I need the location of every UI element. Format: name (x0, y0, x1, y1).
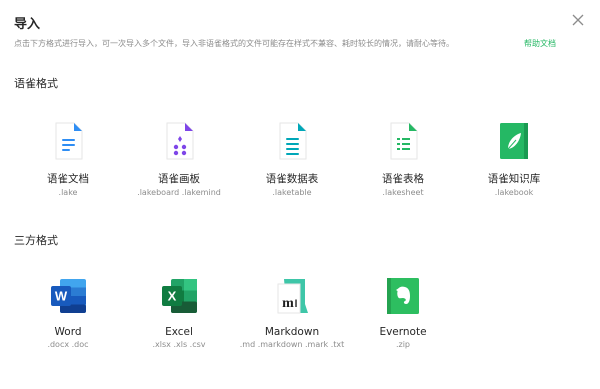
item-name: 语雀数据表 (265, 173, 319, 185)
help-docs-link[interactable]: 帮助文档 (524, 38, 556, 49)
book-icon (494, 121, 534, 161)
import-item-markdown[interactable]: m l Markdown .md .markdown .mark .txt (236, 276, 348, 349)
item-ext: .lakebook (494, 188, 534, 197)
excel-icon: X (159, 276, 199, 316)
section-title-yuque: 语雀格式 (14, 77, 58, 90)
item-ext: .lakeboard .lakemind (137, 188, 221, 197)
item-name: 语雀表格 (382, 173, 424, 185)
evernote-icon (383, 276, 423, 316)
svg-text:m: m (282, 296, 294, 311)
import-item-lake-board[interactable]: 语雀画板 .lakeboard .lakemind (123, 121, 235, 197)
item-ext: .zip (395, 340, 411, 349)
dialog-description: 点击下方格式进行导入，可一次导入多个文件，导入非语雀格式的文件可能存在样式不兼容… (14, 39, 454, 48)
item-name: Markdown (264, 326, 320, 338)
section-title-third-party: 三方格式 (14, 234, 58, 247)
import-dialog: 导入 点击下方格式进行导入，可一次导入多个文件，导入非语雀格式的文件可能存在样式… (0, 0, 600, 389)
svg-text:W: W (55, 289, 68, 304)
item-ext: .xlsx .xls .csv (152, 340, 206, 349)
import-item-excel[interactable]: X Excel .xlsx .xls .csv (123, 276, 235, 349)
markdown-icon: m l (272, 276, 312, 316)
import-item-lake-book[interactable]: 语雀知识库 .lakebook (458, 121, 570, 197)
item-ext: .docx .doc (47, 340, 89, 349)
item-ext: .lakesheet (382, 188, 424, 197)
import-item-lake-doc[interactable]: 语雀文档 .lake (12, 121, 124, 197)
sheet-icon (383, 121, 423, 161)
item-name: 语雀文档 (47, 173, 89, 185)
item-name: Excel (165, 326, 193, 338)
svg-text:l: l (295, 299, 298, 310)
item-name: Word (54, 326, 82, 338)
item-name: Evernote (379, 326, 427, 338)
item-ext: .lake (58, 188, 78, 197)
svg-text:X: X (168, 289, 177, 304)
import-item-lake-sheet[interactable]: 语雀表格 .lakesheet (347, 121, 459, 197)
item-ext: .md .markdown .mark .txt (239, 340, 345, 349)
import-item-word[interactable]: W Word .docx .doc (12, 276, 124, 349)
dialog-title: 导入 (14, 17, 41, 32)
board-icon (159, 121, 199, 161)
item-name: 语雀知识库 (487, 173, 541, 185)
import-item-lake-table[interactable]: 语雀数据表 .laketable (236, 121, 348, 197)
doc-icon (48, 121, 88, 161)
close-icon[interactable] (569, 11, 587, 29)
item-ext: .laketable (272, 188, 312, 197)
import-item-evernote[interactable]: Evernote .zip (347, 276, 459, 349)
datatable-icon (272, 121, 312, 161)
word-icon: W (48, 276, 88, 316)
item-name: 语雀画板 (158, 173, 200, 185)
